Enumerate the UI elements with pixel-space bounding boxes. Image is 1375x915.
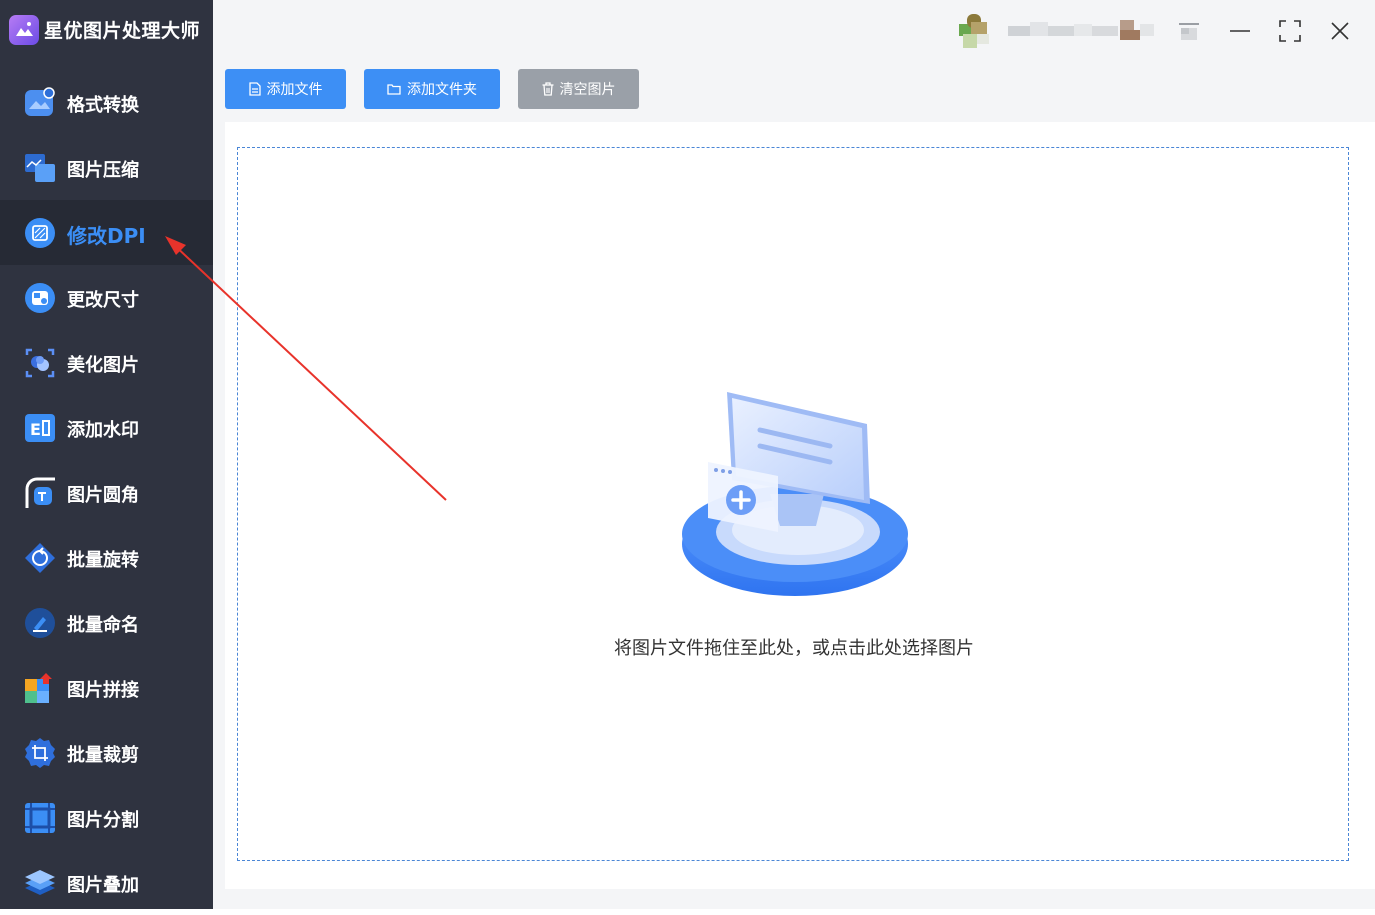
split-icon bbox=[24, 802, 56, 834]
sidebar-item-label: 图片压缩 bbox=[67, 160, 139, 181]
status-bar bbox=[213, 889, 1375, 909]
title-bar bbox=[213, 0, 1375, 60]
sidebar-item-round-corner[interactable]: 图片圆角 bbox=[0, 460, 213, 525]
trash-icon bbox=[542, 82, 553, 96]
sidebar-item-rename[interactable]: 批量命名 bbox=[0, 590, 213, 655]
sidebar-item-label: 图片分割 bbox=[67, 810, 139, 831]
sidebar-item-overlay[interactable]: 图片叠加 bbox=[0, 850, 213, 915]
pin-icon[interactable] bbox=[1175, 17, 1203, 45]
main-area: 添加文件 添加文件夹 清空图片 将图片文件拖住至此处，或点击此处选择图片 bbox=[213, 0, 1375, 909]
sidebar-item-resize[interactable]: 更改尺寸 bbox=[0, 265, 213, 330]
sidebar-item-label: 更改尺寸 bbox=[67, 290, 139, 311]
sidebar-item-label: 批量命名 bbox=[67, 615, 139, 636]
sidebar-item-dpi[interactable]: 修改DPI bbox=[0, 200, 213, 265]
sidebar-item-stitch[interactable]: 图片拼接 bbox=[0, 655, 213, 720]
rotate-icon bbox=[24, 542, 56, 574]
minimize-icon[interactable] bbox=[1226, 17, 1254, 45]
upload-illustration-icon bbox=[680, 384, 910, 600]
svg-text:E: E bbox=[30, 420, 41, 439]
watermark-icon: E bbox=[24, 412, 56, 444]
sidebar-item-label: 图片圆角 bbox=[67, 485, 139, 506]
content-panel: 将图片文件拖住至此处，或点击此处选择图片 bbox=[225, 122, 1375, 889]
sidebar-item-label: 格式转换 bbox=[67, 95, 139, 116]
folder-icon bbox=[387, 84, 401, 95]
sidebar-item-label: 图片叠加 bbox=[67, 875, 139, 896]
app-header: 星优图片处理大师 bbox=[0, 0, 213, 60]
overlay-icon bbox=[24, 867, 56, 899]
sidebar-item-crop[interactable]: 批量裁剪 bbox=[0, 720, 213, 785]
resize-icon bbox=[24, 282, 56, 314]
sidebar-item-format-convert[interactable]: 格式转换 bbox=[0, 70, 213, 135]
clear-images-button[interactable]: 清空图片 bbox=[518, 69, 639, 109]
sidebar-item-label: 图片拼接 bbox=[67, 680, 139, 701]
sidebar-item-split[interactable]: 图片分割 bbox=[0, 785, 213, 850]
add-folder-label: 添加文件夹 bbox=[407, 82, 477, 98]
user-name-blurred bbox=[1008, 20, 1154, 40]
app-title: 星优图片处理大师 bbox=[44, 20, 201, 42]
beautify-icon bbox=[24, 347, 56, 379]
sidebar: 星优图片处理大师 格式转换 图片压缩 修改DPI 更改尺寸 美化图片 E 添加水… bbox=[0, 0, 213, 909]
sidebar-item-rotate[interactable]: 批量旋转 bbox=[0, 525, 213, 590]
app-logo-icon bbox=[9, 15, 39, 45]
file-icon bbox=[248, 82, 261, 96]
add-file-button[interactable]: 添加文件 bbox=[225, 69, 346, 109]
drop-zone[interactable]: 将图片文件拖住至此处，或点击此处选择图片 bbox=[237, 147, 1349, 861]
clear-images-label: 清空图片 bbox=[559, 82, 616, 98]
sidebar-item-label: 修改DPI bbox=[67, 224, 146, 248]
sidebar-item-label: 批量旋转 bbox=[67, 550, 139, 571]
rename-icon bbox=[24, 607, 56, 639]
toolbar: 添加文件 添加文件夹 清空图片 bbox=[213, 60, 1375, 122]
sidebar-item-label: 批量裁剪 bbox=[67, 745, 139, 766]
add-file-label: 添加文件 bbox=[266, 82, 323, 98]
sidebar-item-label: 添加水印 bbox=[67, 420, 139, 441]
sidebar-item-compress[interactable]: 图片压缩 bbox=[0, 135, 213, 200]
crop-icon bbox=[24, 737, 56, 769]
user-avatar[interactable] bbox=[959, 14, 995, 48]
close-icon[interactable] bbox=[1326, 17, 1354, 45]
drop-hint-text: 将图片文件拖住至此处，或点击此处选择图片 bbox=[614, 638, 974, 659]
sidebar-item-beautify[interactable]: 美化图片 bbox=[0, 330, 213, 395]
add-folder-button[interactable]: 添加文件夹 bbox=[364, 69, 500, 109]
compress-icon bbox=[24, 152, 56, 184]
sidebar-item-label: 美化图片 bbox=[67, 355, 139, 376]
maximize-icon[interactable] bbox=[1276, 17, 1304, 45]
sidebar-item-watermark[interactable]: E 添加水印 bbox=[0, 395, 213, 460]
stitch-icon bbox=[24, 672, 56, 704]
dpi-icon bbox=[24, 217, 56, 249]
format-convert-icon bbox=[24, 87, 56, 119]
round-corner-icon bbox=[24, 477, 56, 509]
